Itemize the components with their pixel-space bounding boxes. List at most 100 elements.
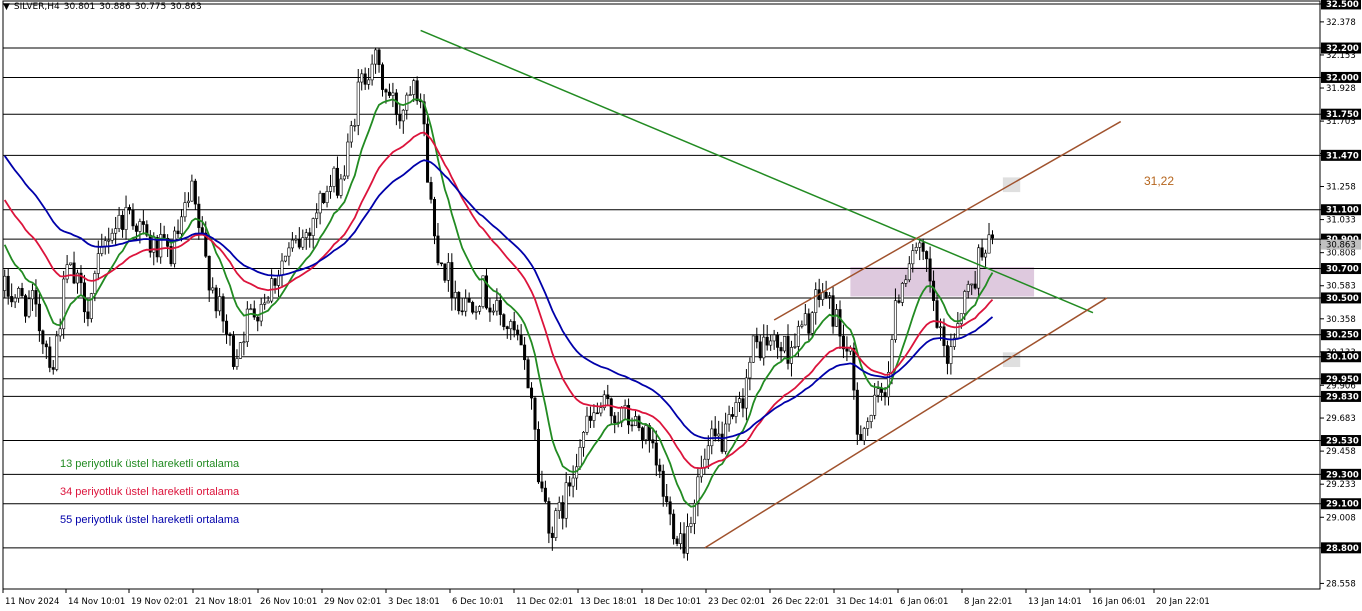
candle-body [758, 341, 762, 359]
candle-body [377, 49, 381, 66]
candle-body [332, 167, 336, 187]
candle-body [672, 513, 676, 540]
candle-body [457, 291, 461, 312]
candle-body [107, 239, 111, 242]
candle-body [242, 341, 246, 344]
candle-body [578, 446, 582, 468]
candle-body [661, 470, 665, 497]
candle-body [346, 141, 350, 177]
candle-body [238, 342, 242, 359]
candle-body [592, 412, 596, 421]
candle-body [824, 291, 828, 298]
candle-body [20, 288, 24, 296]
candle-body [679, 533, 683, 544]
candle-body [48, 346, 52, 368]
candle-body [516, 329, 520, 336]
candle-body [214, 287, 218, 312]
candle-body [800, 324, 804, 327]
candle-body [561, 502, 565, 519]
candle-body [630, 424, 634, 427]
candle-body [727, 414, 731, 425]
candle-body [509, 321, 513, 330]
candle-body [845, 348, 849, 352]
candle-body [44, 343, 48, 348]
candle-body [859, 434, 863, 441]
candle-body [121, 214, 125, 230]
candle-body [415, 80, 419, 102]
candle-body [685, 526, 690, 554]
level-label: 30.100 [1326, 353, 1359, 363]
candle-body [831, 295, 835, 327]
candle-body [13, 297, 17, 303]
candle-body [55, 335, 59, 370]
candle-body [533, 397, 537, 430]
candle-body [263, 302, 267, 305]
candle-body [322, 192, 326, 204]
level-label: 32.500 [1326, 0, 1359, 10]
candle-body [945, 345, 949, 364]
candle-body [339, 178, 343, 196]
candle-body [370, 63, 374, 81]
candle-body [96, 253, 100, 274]
candle-body [935, 300, 939, 328]
candle-body [575, 466, 579, 479]
candle-body [890, 339, 894, 373]
candle-body [484, 275, 488, 309]
candle-body [235, 358, 239, 367]
candle-body [977, 247, 981, 289]
candle-body [211, 287, 215, 291]
candle-body [86, 311, 90, 319]
candle-body [713, 428, 717, 437]
candle-body [789, 347, 793, 364]
level-label: 30.700 [1326, 265, 1359, 275]
candle-body [966, 284, 970, 292]
legend-ema13: 13 periyotluk üstel hareketli ortalama [60, 458, 240, 470]
x-tick-label: 6 Jan 06:01 [900, 597, 948, 607]
dropdown-triangle-icon[interactable]: ▼ [3, 2, 10, 12]
candle-body [658, 464, 662, 472]
candle-body [280, 260, 284, 276]
candle-body [436, 235, 440, 264]
candle-body [550, 532, 554, 538]
candle-body [117, 214, 121, 229]
candle-body [367, 79, 371, 85]
candle-body [536, 429, 540, 483]
x-tick-label: 16 Jan 06:01 [1092, 597, 1146, 607]
candle-body [990, 234, 994, 239]
candle-body [852, 347, 856, 391]
x-tick-label: 26 Nov 10:01 [260, 597, 317, 607]
candle-body [505, 326, 509, 330]
symbol-header: ▼ SILVER,H4 30.801 30.886 30.775 30.863 [3, 2, 206, 12]
candle-body [963, 291, 967, 314]
open-value: 30.801 [63, 2, 96, 12]
candle-body [318, 192, 322, 214]
candle-body [880, 388, 884, 393]
y-tick-label: 28.558 [1326, 579, 1356, 589]
candle-body [283, 255, 287, 262]
candle-body [543, 487, 547, 502]
candle-body [654, 442, 658, 466]
candle-body [796, 326, 800, 347]
candle-body [838, 309, 842, 337]
candle-body [717, 433, 721, 437]
candle-body [512, 321, 516, 331]
candle-body [335, 167, 339, 196]
candle-body [606, 394, 610, 400]
level-label: 31.470 [1326, 151, 1359, 161]
candle-body [699, 467, 703, 478]
level-label: 29.950 [1326, 375, 1359, 385]
candle-body [928, 258, 932, 282]
candle-body [810, 312, 814, 334]
candle-body [682, 533, 686, 554]
candle-body [297, 238, 301, 248]
x-tick-label: 18 Dec 10:01 [644, 597, 701, 607]
candle-body [734, 402, 738, 417]
candle-body [984, 252, 988, 258]
y-tick-label: 30.583 [1326, 282, 1356, 292]
candle-body [394, 92, 398, 115]
candle-body [772, 334, 776, 342]
candle-body [387, 91, 391, 96]
level-label: 30.250 [1326, 331, 1359, 341]
candle-body [349, 125, 353, 143]
x-tick-label: 13 Jan 14:01 [1028, 597, 1082, 607]
